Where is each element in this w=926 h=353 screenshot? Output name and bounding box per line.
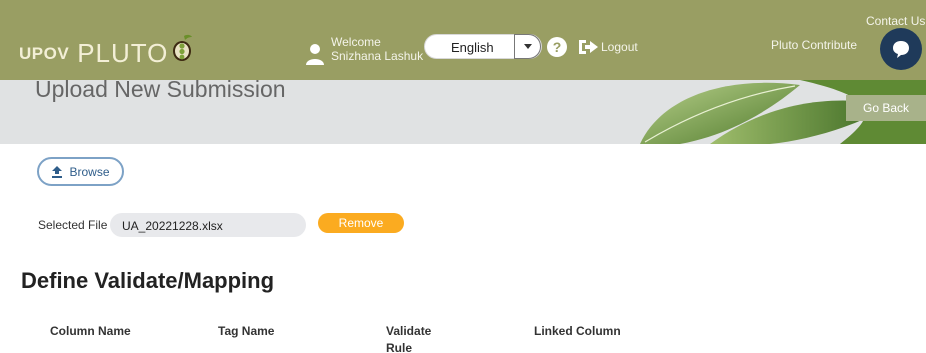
language-select[interactable]: English [424,34,542,59]
chat-button[interactable] [880,28,922,70]
contact-us-link[interactable]: Contact Us [866,14,925,28]
column-header-linked-column: Linked Column [534,324,621,338]
chevron-down-icon [523,43,532,49]
upov-pluto-logo[interactable]: UPOV PLUTO [19,26,194,66]
chat-icon [893,41,909,58]
page-title: Upload New Submission [35,80,286,102]
svg-text:?: ? [553,39,562,55]
selected-file-field: UA_20221228.xlsx [110,213,306,237]
logo-pluto-text: PLUTO [77,38,169,68]
column-header-column-name: Column Name [50,324,131,338]
language-selected-value: English [451,40,494,55]
language-dropdown-toggle[interactable] [514,34,541,59]
pea-pod-logo [173,34,193,61]
mapping-section-title: Define Validate/Mapping [21,268,275,293]
go-back-button[interactable]: Go Back [846,95,926,121]
user-name: Snizhana Lashuk [331,49,424,63]
browse-label: Browse [69,164,110,179]
remove-file-button[interactable]: Remove [318,213,404,233]
top-navigation-bar: UPOV PLUTO Welcome Snizhana Lashuk Engli… [0,0,926,80]
logout-icon[interactable] [577,37,599,57]
logo-upov-text: UPOV [19,44,70,63]
pluto-contribute-link[interactable]: Pluto Contribute [771,38,857,52]
column-header-validate-rule: Validate Rule [386,324,432,353]
help-icon[interactable]: ? [547,37,567,57]
column-header-tag-name: Tag Name [218,324,275,338]
browse-button[interactable]: Browse [37,157,124,186]
selected-file-name: UA_20221228.xlsx [122,219,223,233]
selected-file-label: Selected File [38,218,108,232]
page-header-banner: Upload New Submission Go Back [0,80,926,144]
user-icon [306,44,324,65]
welcome-message: Welcome Snizhana Lashuk [331,35,423,63]
upload-icon [52,165,63,178]
welcome-label: Welcome [331,35,381,49]
logout-link[interactable]: Logout [601,40,638,54]
